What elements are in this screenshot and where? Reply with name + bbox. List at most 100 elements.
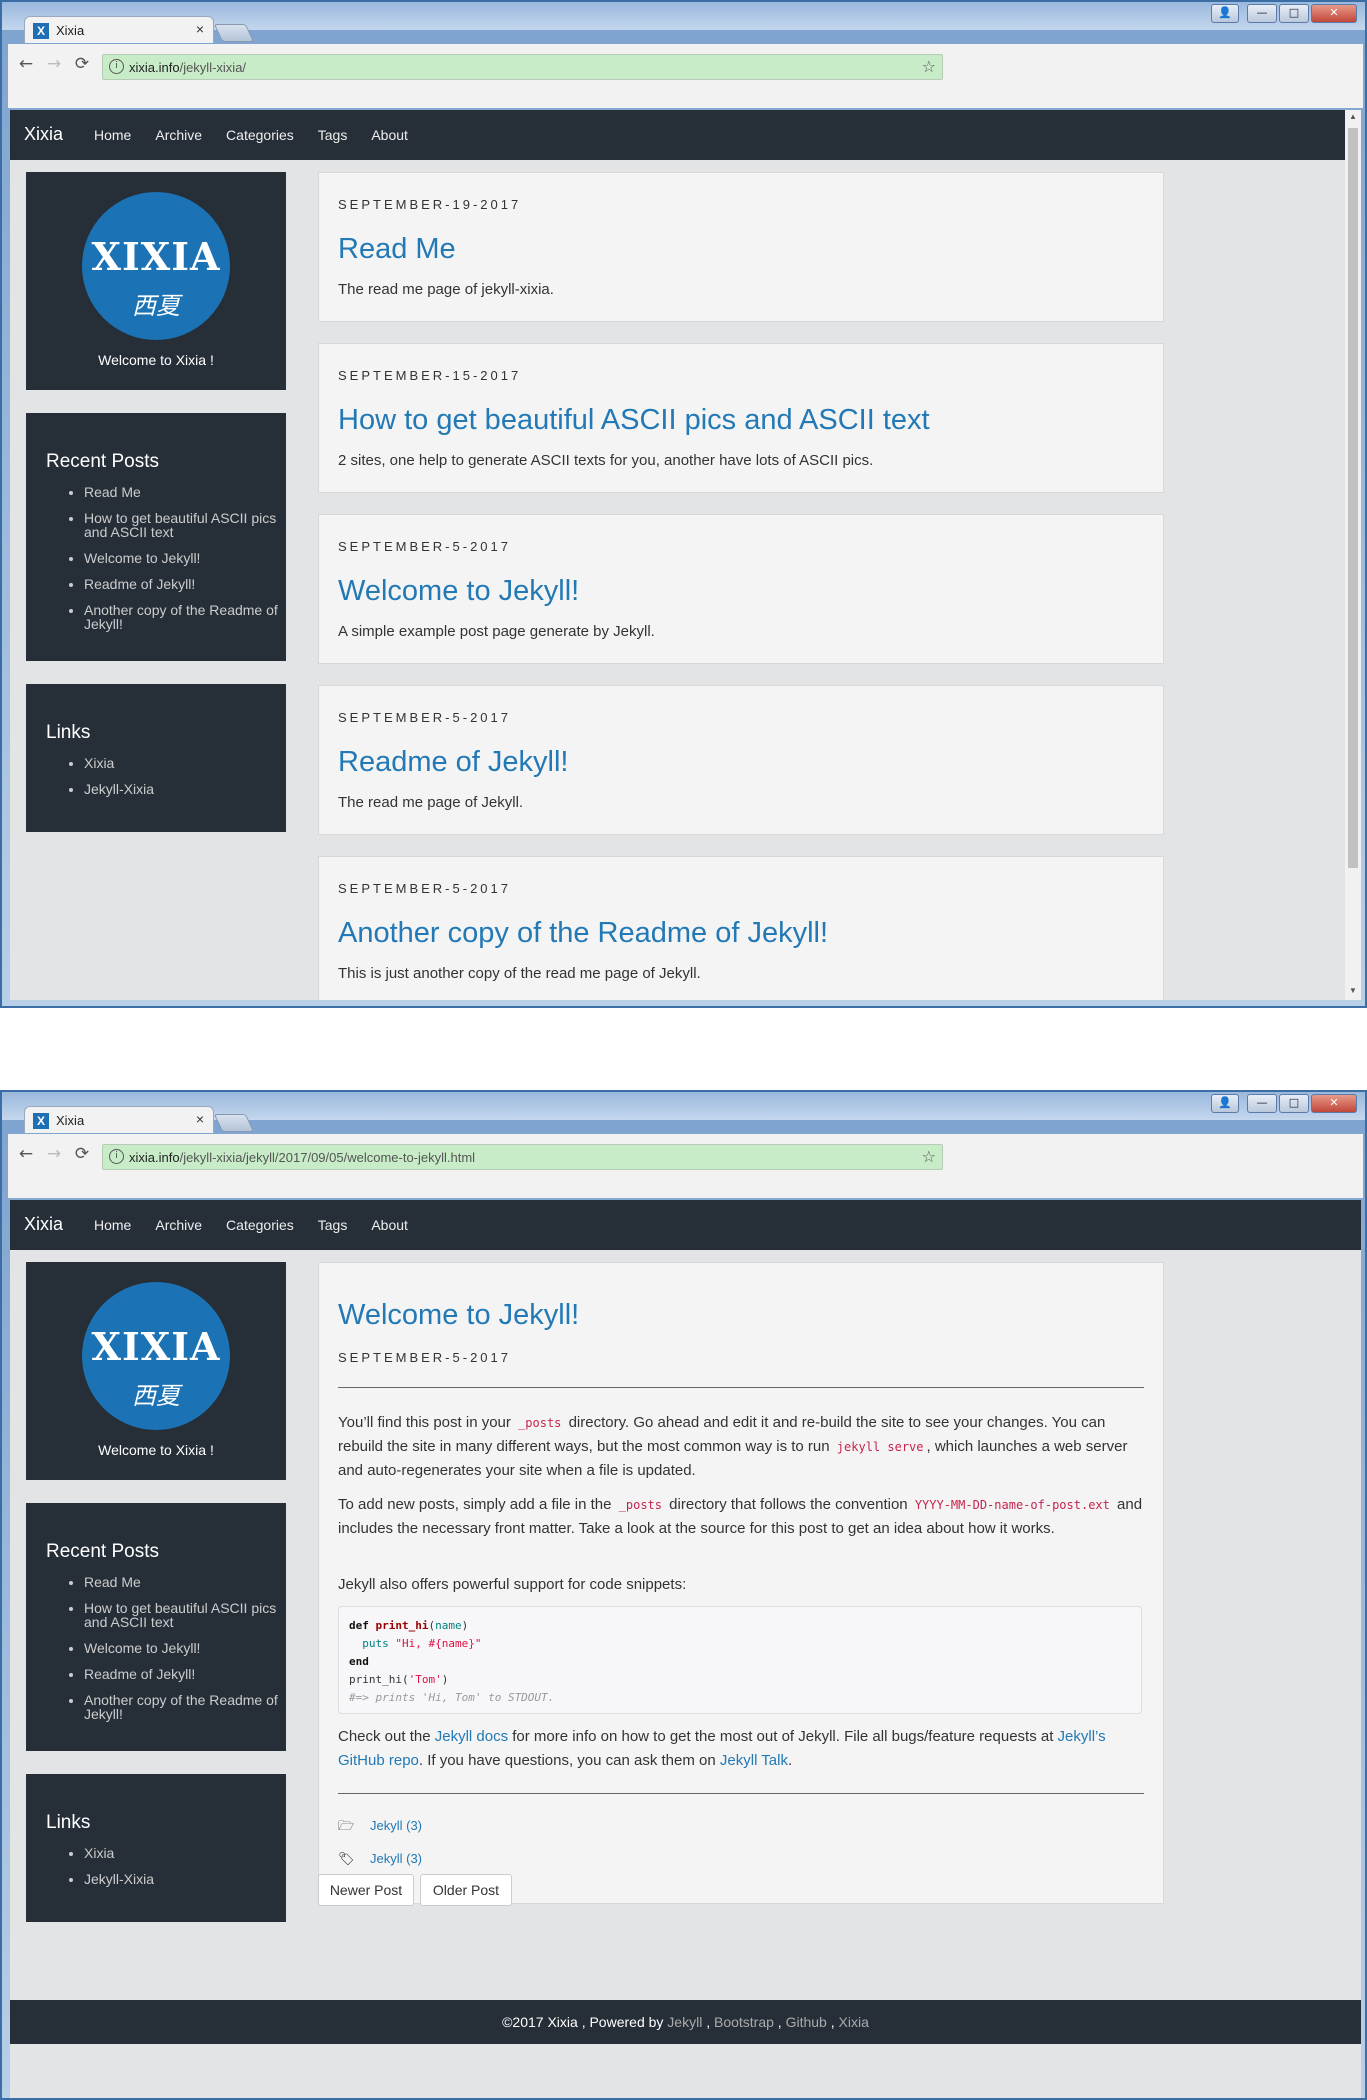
post-date: SEPTEMBER-19-2017 [338, 197, 522, 212]
info-icon[interactable]: i [109, 1149, 124, 1164]
text: To add new posts, simply add a file in t… [338, 1496, 616, 1513]
back-icon[interactable]: ← [18, 54, 34, 74]
post-title-link[interactable]: How to get beautiful ASCII pics and ASCI… [338, 404, 930, 437]
nav-buttons: ← → ⟳ [18, 1144, 90, 1164]
recent-posts-title: Recent Posts [46, 1541, 159, 1562]
minimize-button[interactable]: — [1247, 1094, 1277, 1113]
browser-tab[interactable]: X Xixia × [24, 1106, 214, 1133]
footer-link-bootstrap[interactable]: Bootstrap [714, 2014, 774, 2030]
bookmark-star-icon[interactable]: ☆ [922, 57, 936, 76]
reload-icon[interactable]: ⟳ [74, 54, 90, 74]
url-text[interactable]: xixia.info/jekyll-xixia/jekyll/2017/09/0… [129, 1150, 475, 1165]
article-paragraph: Check out the Jekyll docs for more info … [338, 1725, 1148, 1773]
link-xixia[interactable]: Xixia [84, 756, 280, 770]
site-brand[interactable]: Xixia [24, 1214, 63, 1235]
nav-archive[interactable]: Archive [155, 127, 202, 143]
tag-link[interactable]: Jekyll (3) [370, 1851, 422, 1866]
nav-home[interactable]: Home [94, 127, 131, 143]
site-logo: XIXIA 西夏 [82, 192, 230, 340]
post-title-link[interactable]: Welcome to Jekyll! [338, 575, 579, 608]
nav-links: Home Archive Categories Tags About [94, 127, 408, 143]
address-bar[interactable]: i xixia.info/jekyll-xixia/ ☆ [102, 54, 943, 80]
scroll-down-arrow[interactable]: ▼ [1345, 986, 1361, 995]
jekyll-docs-link[interactable]: Jekyll docs [435, 1728, 508, 1745]
code-token: end [349, 1655, 369, 1668]
link-jekyll-xixia[interactable]: Jekyll-Xixia [84, 1872, 280, 1886]
recent-post-link[interactable]: How to get beautiful ASCII pics and ASCI… [84, 511, 280, 539]
tab-close-icon[interactable]: × [196, 21, 204, 37]
code-line: print_hi('Tom') [349, 1671, 1131, 1689]
recent-posts-title: Recent Posts [46, 451, 159, 472]
older-post-button[interactable]: Older Post [420, 1874, 512, 1906]
recent-post-link[interactable]: How to get beautiful ASCII pics and ASCI… [84, 1601, 280, 1629]
footer-link-github[interactable]: Github [786, 2014, 827, 2030]
recent-post-link[interactable]: Read Me [84, 1575, 280, 1589]
post-title-link[interactable]: Another copy of the Readme of Jekyll! [338, 917, 828, 950]
recent-post-link[interactable]: Another copy of the Readme of Jekyll! [84, 603, 280, 631]
forward-icon[interactable]: → [46, 1144, 62, 1164]
code-token: name [435, 1619, 462, 1632]
category-link[interactable]: Jekyll (3) [370, 1818, 422, 1833]
scroll-up-arrow[interactable]: ▲ [1345, 112, 1361, 121]
post-card: SEPTEMBER-5-2017 Another copy of the Rea… [318, 856, 1164, 1000]
recent-post-link[interactable]: Welcome to Jekyll! [84, 551, 280, 565]
links-list: Xixia Jekyll-Xixia [66, 756, 280, 808]
web-page: Xixia Home Archive Categories Tags About… [10, 1200, 1361, 2098]
reload-icon[interactable]: ⟳ [74, 1144, 90, 1164]
nav-archive[interactable]: Archive [155, 1217, 202, 1233]
forward-icon[interactable]: → [46, 54, 62, 74]
bookmark-star-icon[interactable]: ☆ [922, 1147, 936, 1166]
newer-post-button[interactable]: Newer Post [318, 1874, 414, 1906]
maximize-button[interactable]: □ [1279, 4, 1309, 23]
code-token: ) [461, 1619, 469, 1632]
post-excerpt: The read me page of jekyll-xixia. [338, 281, 554, 298]
minimize-button[interactable]: — [1247, 4, 1277, 23]
scroll-thumb[interactable] [1348, 128, 1358, 868]
nav-home[interactable]: Home [94, 1217, 131, 1233]
nav-tags[interactable]: Tags [318, 1217, 348, 1233]
post-title-link[interactable]: Readme of Jekyll! [338, 746, 569, 779]
browser-window: 👤 — □ ✕ X Xixia × ← → ⟳ i xixia.info/jek… [0, 0, 1367, 1008]
screenshot-post: 👤 — □ ✕ X Xixia × ← → ⟳ i xixia.info/jek… [0, 1090, 1367, 2100]
recent-post-link[interactable]: Read Me [84, 485, 280, 499]
scrollbar[interactable]: ▲ ▼ [1345, 110, 1361, 1000]
url-text[interactable]: xixia.info/jekyll-xixia/ [129, 60, 246, 75]
recent-post-link[interactable]: Another copy of the Readme of Jekyll! [84, 1693, 280, 1721]
code-line: puts "Hi, #{name}" [349, 1635, 1131, 1653]
nav-tags[interactable]: Tags [318, 127, 348, 143]
jekyll-talk-link[interactable]: Jekyll Talk [720, 1752, 788, 1769]
browser-window: 👤 — □ ✕ X Xixia × ← → ⟳ i xixia.info/jek… [0, 1090, 1367, 2100]
inline-code: _posts [518, 1416, 562, 1430]
code-token: "Hi, #{name}" [395, 1637, 482, 1650]
close-window-button[interactable]: ✕ [1311, 1094, 1357, 1113]
close-window-button[interactable]: ✕ [1311, 4, 1357, 23]
tab-close-icon[interactable]: × [196, 1111, 204, 1127]
nav-about[interactable]: About [371, 1217, 408, 1233]
nav-categories[interactable]: Categories [226, 1217, 294, 1233]
info-icon[interactable]: i [109, 59, 124, 74]
site-brand[interactable]: Xixia [24, 124, 63, 145]
footer-link-xixia[interactable]: Xixia [839, 2014, 869, 2030]
browser-tab[interactable]: X Xixia × [24, 16, 214, 43]
recent-post-link[interactable]: Readme of Jekyll! [84, 577, 280, 591]
user-icon[interactable]: 👤 [1211, 1094, 1239, 1113]
post-title-link[interactable]: Read Me [338, 233, 456, 266]
recent-post-link[interactable]: Welcome to Jekyll! [84, 1641, 280, 1655]
recent-post-link[interactable]: Readme of Jekyll! [84, 1667, 280, 1681]
address-bar[interactable]: i xixia.info/jekyll-xixia/jekyll/2017/09… [102, 1144, 943, 1170]
nav-categories[interactable]: Categories [226, 127, 294, 143]
post-excerpt: A simple example post page generate by J… [338, 623, 655, 640]
article-date: SEPTEMBER-5-2017 [338, 1350, 511, 1365]
code-token: 'Tom' [408, 1673, 442, 1686]
post-date: SEPTEMBER-5-2017 [338, 539, 511, 554]
nav-about[interactable]: About [371, 127, 408, 143]
user-icon[interactable]: 👤 [1211, 4, 1239, 23]
back-icon[interactable]: ← [18, 1144, 34, 1164]
link-jekyll-xixia[interactable]: Jekyll-Xixia [84, 782, 280, 796]
article-paragraph: To add new posts, simply add a file in t… [338, 1493, 1148, 1541]
maximize-button[interactable]: □ [1279, 1094, 1309, 1113]
link-xixia[interactable]: Xixia [84, 1846, 280, 1860]
footer-text: ©2017 Xixia , Powered by [502, 2014, 668, 2030]
footer-link-jekyll[interactable]: Jekyll [667, 2014, 702, 2030]
links-list: Xixia Jekyll-Xixia [66, 1846, 280, 1898]
